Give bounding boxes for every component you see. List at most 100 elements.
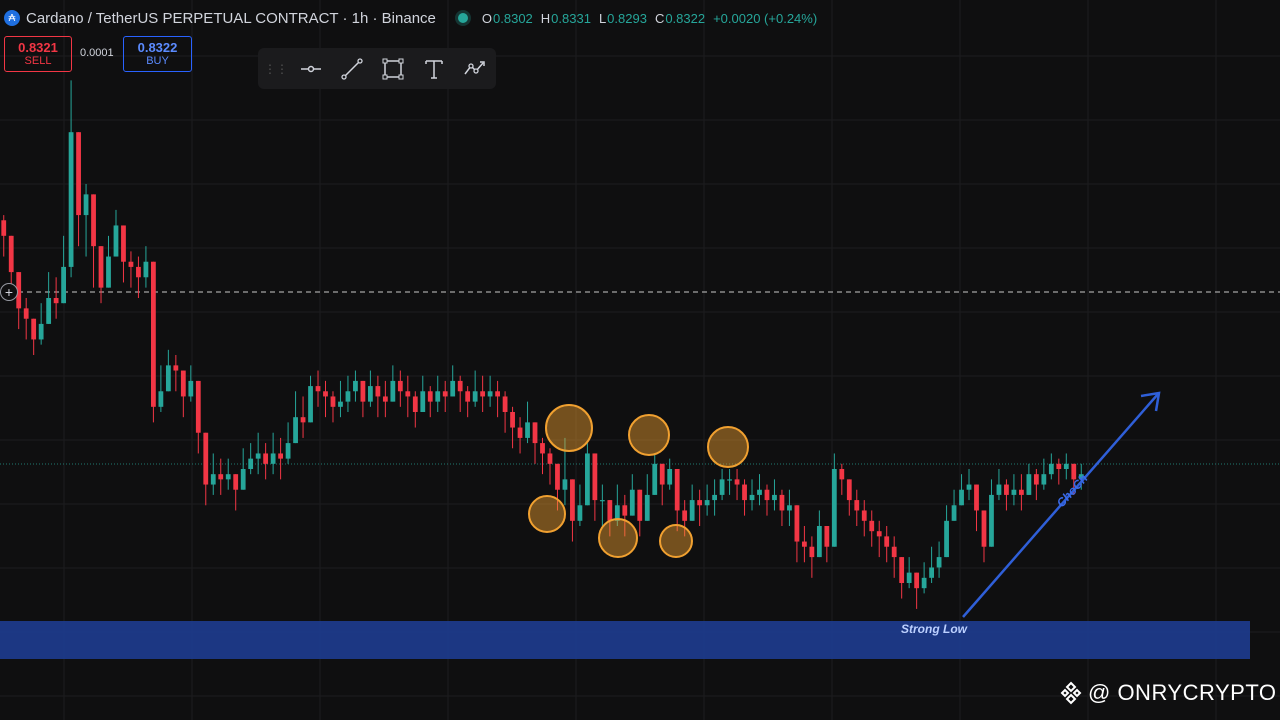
candle (966, 469, 972, 501)
candle-body (846, 479, 852, 501)
candle (846, 479, 852, 516)
candle-body (899, 557, 905, 583)
candle (263, 443, 269, 480)
candle (412, 391, 418, 428)
candle-body (1019, 489, 1024, 495)
candle (457, 375, 463, 412)
candle (375, 375, 381, 418)
candle-body (802, 541, 807, 547)
candle-body (951, 505, 957, 521)
candle (809, 536, 815, 578)
circle-marker (545, 404, 593, 452)
candle (480, 375, 486, 412)
candle (772, 479, 777, 511)
candle (727, 469, 732, 495)
candle-body (23, 308, 29, 319)
candle-body (689, 500, 695, 521)
candle (659, 463, 665, 506)
candle-body (203, 432, 209, 485)
candle (540, 437, 545, 475)
candle (652, 453, 658, 495)
candle-body (1048, 463, 1054, 475)
candle (405, 375, 411, 418)
drawing-toolbar: ⋮⋮ (258, 48, 496, 89)
candle (16, 272, 22, 330)
candle (906, 557, 912, 589)
candle-body (106, 256, 111, 288)
candle (1033, 469, 1039, 501)
candle (165, 349, 171, 392)
grip-icon[interactable]: ⋮⋮ (264, 62, 288, 76)
buy-label: BUY (146, 55, 169, 67)
candle-body (667, 469, 673, 485)
candle-body (218, 474, 224, 480)
candle-body (315, 386, 321, 392)
candle (899, 557, 905, 599)
candle-body (255, 453, 261, 459)
text-icon[interactable] (414, 51, 455, 87)
candle (487, 375, 493, 407)
low-value: 0.8293 (607, 10, 647, 26)
candle-body (480, 391, 486, 397)
candle-body (270, 453, 276, 464)
candle (195, 380, 201, 454)
circle-marker (598, 518, 638, 558)
candle (300, 396, 306, 438)
candle-body (382, 396, 388, 402)
candle (577, 484, 583, 526)
candle (353, 370, 358, 402)
candle (1019, 474, 1024, 511)
candle-body (158, 391, 164, 407)
candle-body (772, 494, 777, 501)
rectangle-icon[interactable] (372, 51, 413, 87)
sell-button[interactable]: 0.8321 SELL (4, 36, 72, 72)
candle-body (629, 489, 635, 516)
horizontal-line-icon[interactable] (290, 51, 331, 87)
market-status-icon (457, 13, 468, 23)
add-alert-plus-icon[interactable]: + (0, 283, 18, 301)
candle-body (929, 567, 934, 578)
trend-line-icon[interactable] (331, 51, 372, 87)
buy-button[interactable]: 0.8322 BUY (123, 36, 192, 72)
buy-price: 0.8322 (137, 40, 178, 55)
candle-body (435, 391, 441, 402)
candle (667, 458, 673, 490)
candle-body (757, 489, 762, 495)
candle-body (540, 443, 545, 454)
circle-annotations (528, 404, 749, 558)
candle (128, 251, 134, 288)
candle (921, 562, 927, 594)
candle (270, 432, 276, 475)
candle (689, 484, 695, 521)
candle (592, 453, 598, 521)
path-icon[interactable] (455, 51, 496, 87)
candle (233, 474, 239, 511)
circle-marker (707, 426, 749, 468)
candle (929, 546, 934, 583)
candle (1063, 453, 1069, 480)
candle (427, 386, 433, 418)
symbol-title[interactable]: Cardano / TetherUS PERPETUAL CONTRACT · … (26, 10, 436, 27)
candle (23, 298, 29, 340)
candle (255, 432, 261, 475)
candle-body (98, 246, 104, 288)
candle (113, 209, 119, 257)
candle (278, 437, 283, 480)
candle-body (510, 412, 515, 428)
candle-body (61, 266, 66, 304)
candle-body (465, 391, 471, 402)
candle-body (989, 494, 994, 547)
candle (330, 391, 336, 423)
candle-body (8, 235, 14, 273)
candle-body (442, 391, 448, 397)
candle (308, 375, 313, 423)
symbol-header[interactable]: ₳ Cardano / TetherUS PERPETUAL CONTRACT … (4, 6, 817, 30)
candle (1011, 474, 1017, 506)
watermark: @ ONRYCRYPTO (1058, 680, 1277, 706)
candle-body (173, 365, 179, 371)
candle-body (959, 489, 964, 506)
candle-body (375, 386, 381, 397)
candle-body (981, 510, 987, 547)
price-chart[interactable]: Strong Low ChoCh (0, 0, 1280, 720)
candle-body (562, 479, 568, 490)
